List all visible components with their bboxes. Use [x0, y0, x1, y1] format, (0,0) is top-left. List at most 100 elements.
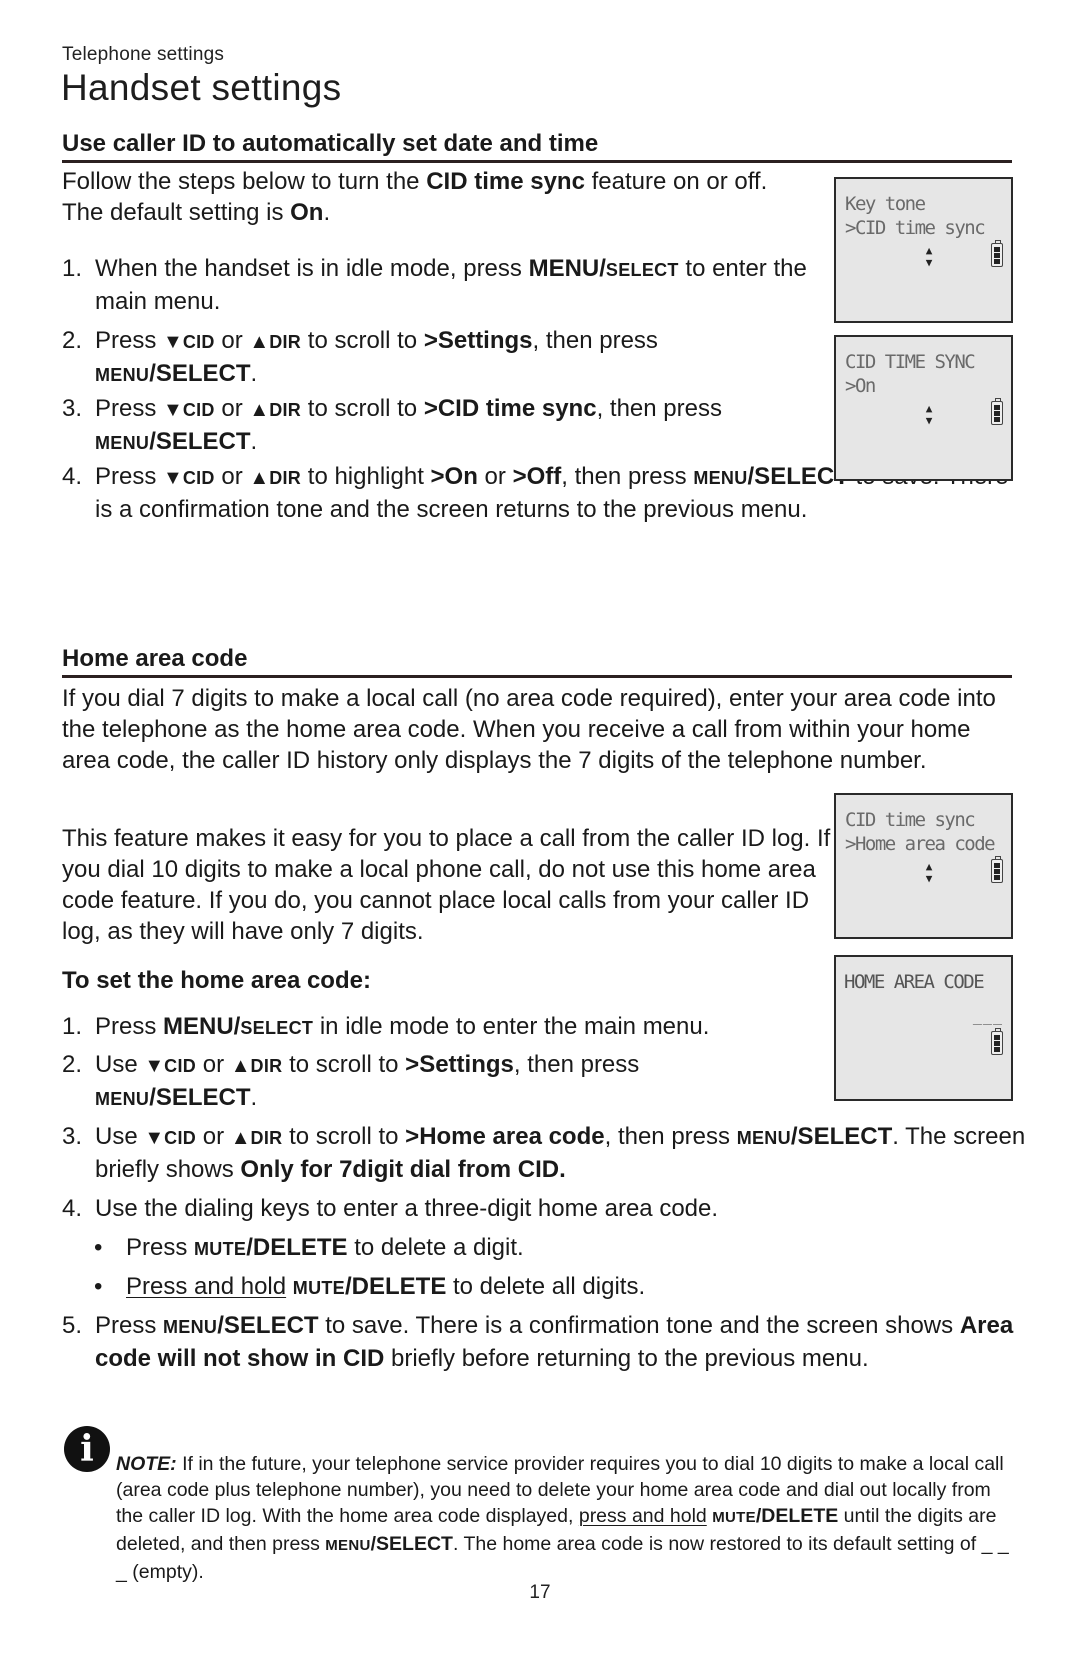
default-value: On	[290, 199, 324, 226]
menu-option: >Settings	[405, 1051, 514, 1078]
area-code-placeholder: ___	[972, 1007, 1003, 1025]
scroll-arrows-icon: ▲ ▼	[925, 860, 933, 885]
key-label: MENU/	[163, 1013, 241, 1040]
cid-step-3: 3. Press ▼CID or ▲DIR to scroll to >CID …	[62, 393, 832, 459]
lcd-line-1: Key tone	[845, 193, 926, 215]
up-arrow-icon: ▲	[249, 399, 270, 421]
step-number: 4.	[62, 1195, 83, 1222]
lcd-line-1: CID TIME SYNC	[845, 351, 976, 373]
text: to scroll to	[282, 1123, 406, 1150]
battery-icon	[991, 240, 1003, 267]
key-label: SELECT	[605, 260, 679, 280]
step-number: 1.	[62, 1013, 83, 1040]
text: .	[250, 1084, 258, 1111]
text: or	[214, 463, 250, 490]
key-label: CID	[164, 1056, 197, 1076]
text: to delete a digit.	[347, 1234, 524, 1261]
home-step-5: 5. Press MENU/SELECT to save. There is a…	[62, 1310, 1022, 1375]
bullet-icon: •	[94, 1234, 103, 1261]
lcd-screen-key-tone: Key tone >CID time sync ▲ ▼	[834, 177, 1013, 323]
down-arrow-icon: ▼	[163, 399, 183, 421]
text: to scroll to	[282, 1051, 406, 1078]
lcd-screen-home-area-code-menu: CID time sync >Home area code ▲ ▼	[834, 793, 1013, 939]
menu-option: >On	[430, 463, 478, 490]
subheading-set-home-area-code: To set the home area code:	[62, 967, 371, 994]
battery-icon	[991, 856, 1003, 883]
text: Press	[95, 395, 164, 422]
key-label: DIR	[250, 1056, 283, 1076]
lcd-line-2: >On	[845, 375, 876, 397]
bullet-icon: •	[94, 1273, 103, 1300]
text: , then press	[513, 1051, 640, 1078]
menu-option: >Off	[512, 463, 562, 490]
key-label: CID	[182, 400, 215, 420]
key-label: CID	[182, 332, 215, 352]
text: , then press	[532, 327, 658, 354]
step-number: 3.	[62, 395, 83, 422]
key-label: DIR	[269, 468, 302, 488]
text: When the handset is in idle mode, press	[95, 255, 529, 282]
up-arrow-icon: ▲	[230, 1055, 251, 1077]
info-icon: i	[64, 1426, 110, 1472]
screen-message: Only for 7digit dial from CID.	[240, 1156, 566, 1183]
key-label: DIR	[269, 332, 302, 352]
text: , then press	[604, 1123, 737, 1150]
key-label: /SELECT	[370, 1533, 453, 1555]
text: , then press	[596, 395, 722, 422]
up-arrow-icon: ▲	[249, 467, 270, 489]
bullet-delete-all-digits: • Press and hold MUTE/DELETE to delete a…	[94, 1271, 994, 1304]
menu-option: >Home area code	[405, 1123, 605, 1150]
key-label: /SELECT	[149, 360, 251, 387]
key-label: MENU	[95, 1089, 150, 1109]
battery-icon	[991, 398, 1003, 425]
text: Follow the steps below to turn the	[62, 168, 427, 195]
menu-option: >CID time sync	[423, 395, 597, 422]
key-label: SELECT	[240, 1018, 314, 1038]
note-paragraph: NOTE: If in the future, your telephone s…	[116, 1451, 1016, 1585]
note-label: NOTE:	[116, 1453, 177, 1475]
text: Press	[95, 327, 164, 354]
step-number: 3.	[62, 1123, 83, 1150]
text: to delete all digits.	[446, 1273, 646, 1300]
lcd-line-2: >Home area code	[845, 833, 996, 855]
feature-name: CID time sync	[426, 168, 585, 195]
section-heading-home-area-code: Home area code	[62, 645, 1012, 678]
battery-icon	[991, 1028, 1003, 1055]
key-label: /SELECT	[149, 1084, 251, 1111]
breadcrumb: Telephone settings	[62, 44, 225, 65]
key-label: MENU	[325, 1537, 371, 1554]
emphasis-text: press and hold	[578, 1505, 707, 1527]
key-label: CID	[182, 468, 215, 488]
key-label: MENU	[736, 1128, 791, 1148]
cid-intro-paragraph: Follow the steps below to turn the CID t…	[62, 166, 802, 228]
key-label: MENU	[693, 468, 748, 488]
key-label: MENU	[95, 365, 150, 385]
text: or	[214, 327, 250, 354]
text: .	[323, 199, 331, 226]
home-step-3: 3. Use ▼CID or ▲DIR to scroll to >Home a…	[62, 1121, 1032, 1186]
lcd-screen-cid-time-sync: CID TIME SYNC >On ▲ ▼	[834, 335, 1013, 481]
text	[286, 1273, 293, 1300]
key-label: /DELETE	[246, 1234, 348, 1261]
text: Use	[95, 1123, 145, 1150]
page-number: 17	[529, 1582, 551, 1603]
scroll-arrows-icon: ▲ ▼	[925, 244, 933, 269]
text: , then press	[561, 463, 694, 490]
home-area-intro-paragraph: If you dial 7 digits to make a local cal…	[62, 685, 996, 774]
lcd-line-1: HOME AREA CODE	[844, 971, 985, 993]
up-arrow-icon: ▲	[230, 1127, 251, 1149]
key-label: MUTE	[194, 1239, 247, 1259]
key-label: /SELECT	[149, 428, 251, 455]
down-arrow-icon: ▼	[144, 1055, 165, 1077]
page-title: Handset settings	[61, 67, 342, 108]
section-heading-cid-time-sync: Use caller ID to automatically set date …	[62, 130, 1012, 163]
text: Press	[126, 1234, 195, 1261]
text: Press	[95, 1312, 164, 1339]
scroll-arrows-icon: ▲ ▼	[925, 402, 933, 427]
text: or	[196, 1123, 231, 1150]
text: to scroll to	[301, 327, 424, 354]
lcd-line-2: >CID time sync	[845, 217, 986, 239]
text: .	[250, 360, 258, 387]
key-label: MENU/	[528, 255, 606, 282]
text: Use the dialing keys to enter a three-di…	[95, 1195, 719, 1222]
